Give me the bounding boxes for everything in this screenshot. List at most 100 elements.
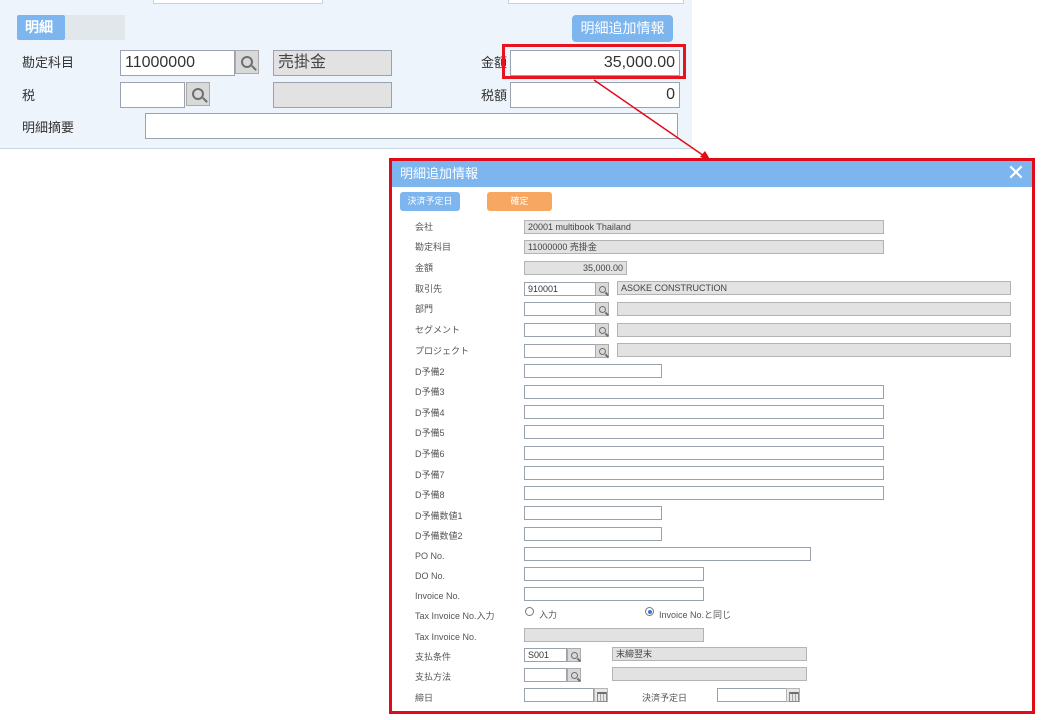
d8-input[interactable] xyxy=(524,486,884,500)
department-search-button[interactable] xyxy=(595,302,609,316)
partner-code-input[interactable]: 910001 xyxy=(524,282,596,296)
project-search-button[interactable] xyxy=(595,344,609,358)
partner-name-field: ASOKE CONSTRUCTION xyxy=(617,281,1011,295)
tax-amount-label: 税額 xyxy=(481,88,508,103)
memo-input[interactable] xyxy=(145,113,678,139)
payment-method-name-field xyxy=(612,667,807,681)
payment-terms-search-button[interactable] xyxy=(567,648,581,662)
d4-label: D予備4 xyxy=(415,408,445,418)
d3-input[interactable] xyxy=(524,385,884,399)
payment-terms-code-input[interactable]: S001 xyxy=(524,648,567,662)
tax-label: 税 xyxy=(22,88,36,103)
d6-input[interactable] xyxy=(524,446,884,460)
dn1-label: D予備数値1 xyxy=(415,511,463,521)
search-icon xyxy=(599,348,606,355)
search-icon xyxy=(599,306,606,313)
dn2-input[interactable] xyxy=(524,527,662,541)
amount-label: 金額 xyxy=(415,263,434,273)
tax-amount-input[interactable]: 0 xyxy=(510,82,680,108)
account-label: 勘定科目 xyxy=(415,242,452,252)
department-name-field xyxy=(617,302,1011,316)
account-code-input[interactable]: 11000000 xyxy=(120,50,235,76)
do-input[interactable] xyxy=(524,567,704,581)
search-icon xyxy=(571,652,578,659)
d5-input[interactable] xyxy=(524,425,884,439)
dialog-title: 明細追加情報 xyxy=(400,166,479,181)
payment-terms-name-field: 末締翌末 xyxy=(612,647,807,661)
d7-label: D予備7 xyxy=(415,470,445,480)
upper-field-edge xyxy=(153,0,323,4)
d2-input[interactable] xyxy=(524,364,662,378)
tax-code-input[interactable] xyxy=(120,82,185,108)
company-field: 20001 multibook Thailand xyxy=(524,220,884,234)
project-name-field xyxy=(617,343,1011,357)
radio-same-as-invoice-option[interactable] xyxy=(645,607,654,616)
close-icon[interactable]: ✕ xyxy=(1006,162,1026,184)
account-field: 11000000 売掛金 xyxy=(524,240,884,254)
segment-name-field xyxy=(617,323,1011,337)
tax-invoice-field xyxy=(524,628,704,642)
d2-label: D予備2 xyxy=(415,367,445,377)
account-label: 勘定科目 xyxy=(22,55,75,70)
partner-label: 取引先 xyxy=(415,284,443,294)
payment-method-search-button[interactable] xyxy=(567,668,581,682)
amount-field: 35,000.00 xyxy=(524,261,627,275)
closing-date-label: 締日 xyxy=(415,693,434,703)
d3-label: D予備3 xyxy=(415,387,445,397)
search-icon xyxy=(571,672,578,679)
d4-input[interactable] xyxy=(524,405,884,419)
dn1-input[interactable] xyxy=(524,506,662,520)
extra-info-dialog: 明細追加情報 ✕ 決済予定日 確定 会社 20001 multibook Tha… xyxy=(389,158,1035,714)
do-label: DO No. xyxy=(415,571,446,581)
radio-input-option[interactable] xyxy=(525,607,534,616)
segment-code-input[interactable] xyxy=(524,323,596,337)
company-label: 会社 xyxy=(415,222,434,232)
dn2-label: D予備数値2 xyxy=(415,531,463,541)
search-icon xyxy=(599,286,606,293)
settlement-date-label: 決済予定日 xyxy=(642,693,688,703)
project-code-input[interactable] xyxy=(524,344,596,358)
partner-search-button[interactable] xyxy=(595,282,609,296)
settlement-date-button[interactable]: 決済予定日 xyxy=(400,192,460,211)
extra-info-button[interactable]: 明細追加情報 xyxy=(572,15,673,42)
search-icon xyxy=(599,327,606,334)
amount-highlight-box xyxy=(502,44,686,79)
calendar-icon[interactable] xyxy=(786,688,800,702)
payment-terms-label: 支払条件 xyxy=(415,652,452,662)
detail-tab-spacer xyxy=(65,15,125,40)
department-label: 部門 xyxy=(415,304,434,314)
detail-tab[interactable]: 明細 xyxy=(17,15,65,40)
tax-invoice-input-label: Tax Invoice No.入力 xyxy=(415,611,495,621)
dialog-header: 明細追加情報 xyxy=(392,161,1032,187)
po-label: PO No. xyxy=(415,551,445,561)
invoice-label: Invoice No. xyxy=(415,591,461,601)
memo-label: 明細摘要 xyxy=(22,120,75,135)
search-icon xyxy=(192,88,204,100)
d8-label: D予備8 xyxy=(415,490,445,500)
settlement-date-input[interactable] xyxy=(717,688,787,702)
account-name-field: 売掛金 xyxy=(273,50,392,76)
tax-name-field xyxy=(273,82,392,108)
detail-panel: 明細 明細追加情報 勘定科目 11000000 売掛金 金額 35,000.00… xyxy=(0,0,692,149)
d7-input[interactable] xyxy=(524,466,884,480)
po-input[interactable] xyxy=(524,547,811,561)
closing-date-input[interactable] xyxy=(524,688,594,702)
project-label: プロジェクト xyxy=(415,346,470,356)
radio-same-label: Invoice No.と同じ xyxy=(659,610,732,620)
calendar-icon[interactable] xyxy=(594,688,608,702)
segment-label: セグメント xyxy=(415,325,461,335)
confirm-button[interactable]: 確定 xyxy=(487,192,552,211)
payment-method-label: 支払方法 xyxy=(415,672,452,682)
search-icon xyxy=(241,56,253,68)
upper-field-edge xyxy=(508,0,684,4)
segment-search-button[interactable] xyxy=(595,323,609,337)
department-code-input[interactable] xyxy=(524,302,596,316)
tax-invoice-label: Tax Invoice No. xyxy=(415,632,477,642)
d6-label: D予備6 xyxy=(415,449,445,459)
payment-method-code-input[interactable] xyxy=(524,668,567,682)
tax-search-button[interactable] xyxy=(186,82,210,106)
radio-input-label: 入力 xyxy=(539,610,558,620)
d5-label: D予備5 xyxy=(415,428,445,438)
account-search-button[interactable] xyxy=(235,50,259,74)
invoice-input[interactable] xyxy=(524,587,704,601)
